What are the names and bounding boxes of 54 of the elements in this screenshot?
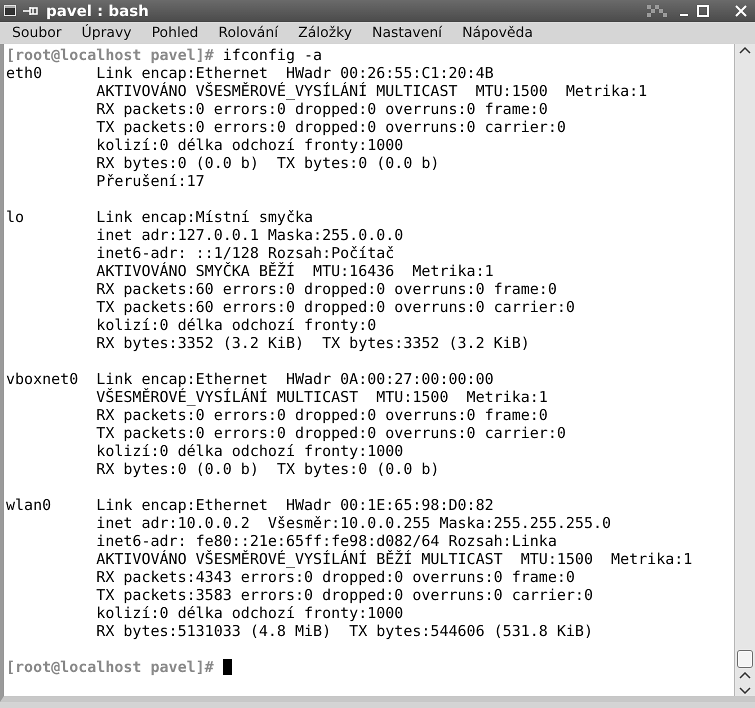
output-line: RX bytes:0 (0.0 b) TX bytes:0 (0.0 b) [96, 460, 440, 478]
menu-item[interactable]: Soubor [2, 25, 72, 41]
output-line: AKTIVOVÁNO VŠESMĚROVÉ_VYSÍLÁNÍ MULTICAST MTU:1500 Metrika:1 [96, 82, 648, 100]
scroll-thumb[interactable] [737, 650, 753, 668]
output-line: Link encap:Místní smyčka [96, 208, 314, 226]
shell-prompt: [root@localhost pavel]# [6, 658, 214, 676]
maximize-icon[interactable] [697, 5, 709, 17]
output-line: AKTIVOVÁNO VŠESMĚROVÉ_VYSÍLÁNÍ BĚŽÍ MULTICAST MTU:1500 Metrika:1 [96, 550, 692, 568]
output-line: kolizí:0 délka odchozí fronty:1000 [96, 442, 404, 460]
output-line: VŠESMĚROVÉ_VYSÍLÁNÍ MULTICAST MTU:1500 Metrika:1 [96, 388, 548, 406]
menu-item[interactable]: Rolování [208, 25, 288, 41]
output-line: Přerušení:17 [96, 172, 205, 190]
menu-item[interactable]: Nápověda [452, 25, 543, 41]
scrollbar[interactable] [734, 44, 755, 696]
output-line: RX bytes:3352 (3.2 KiB) TX bytes:3352 (3.2 KiB) [96, 334, 530, 352]
output-line: TX packets:0 errors:0 dropped:0 overruns:0 carrier:0 [96, 118, 566, 136]
output-line: inet adr:10.0.0.2 Všesměr:10.0.0.255 Maska:255.255.255.0 [96, 514, 612, 532]
output-line: RX packets:4343 errors:0 dropped:0 overruns:0 frame:0 [96, 568, 575, 586]
output-line: TX packets:0 errors:0 dropped:0 overruns:0 carrier:0 [96, 424, 566, 442]
interface-name: lo [6, 208, 26, 226]
window-title: pavel : bash [46, 2, 150, 20]
output-line: Link encap:Ethernet HWadr 00:26:55:C1:20:4B [96, 64, 494, 82]
output-line: kolizí:0 délka odchozí fronty:1000 [96, 136, 404, 154]
output-line: RX bytes:0 (0.0 b) TX bytes:0 (0.0 b) [96, 154, 440, 172]
output-line: AKTIVOVÁNO SMYČKA BĚŽÍ MTU:16436 Metrika:1 [96, 262, 494, 280]
output-line: RX packets:60 errors:0 dropped:0 overruns:0 frame:0 [96, 280, 557, 298]
output-line: RX packets:0 errors:0 dropped:0 overruns:0 frame:0 [96, 100, 548, 118]
text-cursor [222, 659, 232, 675]
output-line: inet6-adr: ::1/128 Rozsah:Počítač [96, 244, 394, 262]
output-line: kolizí:0 délka odchozí fronty:0 [96, 316, 376, 334]
scroll-up-icon[interactable] [739, 46, 751, 54]
output-line: TX packets:3583 errors:0 dropped:0 overruns:0 carrier:0 [96, 586, 593, 604]
menu-item[interactable]: Záložky [288, 25, 362, 41]
scroll-down-icon[interactable] [739, 686, 751, 694]
output-line: RX packets:0 errors:0 dropped:0 overruns:0 frame:0 [96, 406, 548, 424]
interface-name: wlan0 [6, 496, 52, 514]
command-text: ifconfig -a [222, 46, 322, 64]
output-line: RX bytes:5131033 (4.8 MiB) TX bytes:544606 (531.8 KiB) [96, 622, 593, 640]
output-line: Link encap:Ethernet HWadr 0A:00:27:00:00:00 [96, 370, 494, 388]
menu-item[interactable]: Pohled [142, 25, 208, 41]
pin-icon[interactable] [22, 5, 40, 17]
menu-item[interactable]: Úpravy [72, 25, 142, 41]
output-line: inet adr:127.0.0.1 Maska:255.0.0.0 [96, 226, 404, 244]
scroll-up-icon[interactable] [739, 672, 751, 680]
menu-item[interactable]: Nastavení [362, 25, 452, 41]
output-line: TX packets:60 errors:0 dropped:0 overruns:0 carrier:0 [96, 298, 575, 316]
output-line: Link encap:Ethernet HWadr 00:1E:65:98:D0:82 [96, 496, 494, 514]
interface-name: eth0 [6, 64, 44, 82]
interface-name: vboxnet0 [6, 370, 80, 388]
close-icon[interactable] [735, 5, 747, 17]
terminal-icon[interactable] [4, 5, 16, 17]
output-line: inet6-adr: fe80::21e:65ff:fe98:d082/64 Rozsah:Linka [96, 532, 557, 550]
output-line: kolizí:0 délka odchozí fronty:1000 [96, 604, 404, 622]
shell-prompt: [root@localhost pavel]# [6, 46, 214, 64]
